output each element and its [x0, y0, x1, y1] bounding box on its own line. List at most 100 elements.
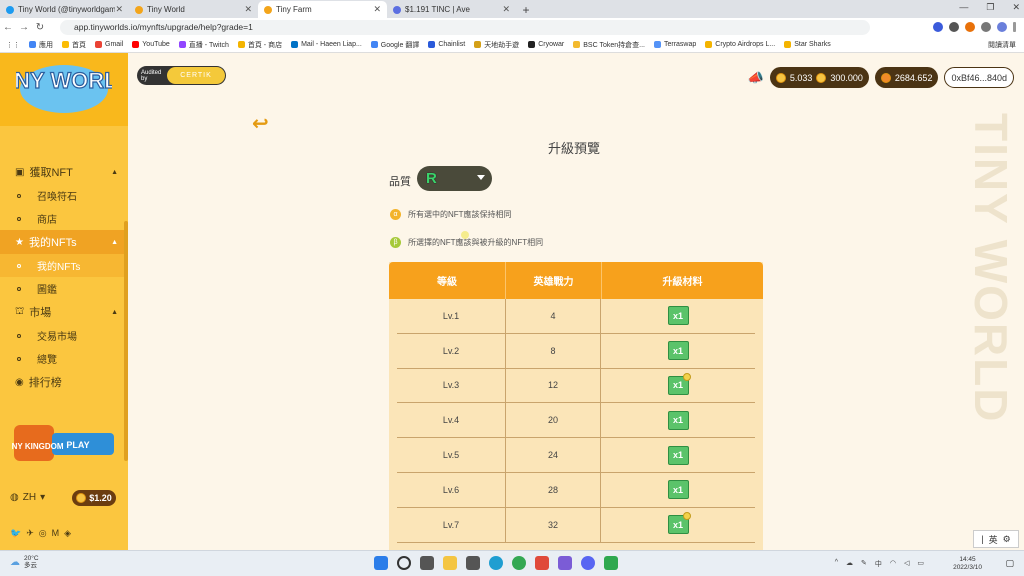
- bookmark-item[interactable]: Crypto Airdrops L...: [705, 41, 775, 48]
- bookmark-item[interactable]: 天地劫手遊: [474, 40, 519, 50]
- announcement-icon[interactable]: 📣: [748, 70, 764, 86]
- medium-icon[interactable]: M: [52, 528, 60, 539]
- tab-title: Tiny Farm: [276, 5, 312, 14]
- certik-badge[interactable]: Audited by CERTIK: [137, 66, 226, 85]
- telegram-icon[interactable]: ✈: [26, 528, 34, 539]
- language-selector[interactable]: ◍ ZH ▾: [10, 492, 45, 503]
- material-nft-icon[interactable]: x1: [667, 306, 689, 326]
- bookmark-item[interactable]: Mail - Haeen Liap...: [291, 41, 362, 48]
- bookmark-item[interactable]: 首頁 - 商店: [237, 40, 282, 50]
- bookmark-item[interactable]: 首頁: [62, 40, 86, 50]
- sidebar-section[interactable]: ▣ 獲取NFT ▲: [0, 160, 128, 184]
- app-icon[interactable]: [558, 556, 572, 570]
- material-nft-icon[interactable]: x1: [667, 480, 689, 500]
- menu-icon[interactable]: [1013, 22, 1016, 32]
- folder-icon[interactable]: [443, 556, 457, 570]
- discord-icon[interactable]: ◎: [39, 528, 47, 539]
- material-nft-icon[interactable]: x1: [667, 410, 689, 430]
- app-icon[interactable]: [535, 556, 549, 570]
- task-view-icon[interactable]: [420, 556, 434, 570]
- chrome-icon[interactable]: [512, 556, 526, 570]
- sidebar-section[interactable]: ⛫ 市場 ▲: [0, 300, 128, 324]
- url-field[interactable]: app.tinyworlds.io/mynfts/upgrade/help?gr…: [60, 20, 870, 35]
- browser-tab[interactable]: Tiny World (@tinyworldgamefi)...✕: [0, 1, 129, 18]
- clock[interactable]: 14:45 2022/3/10: [953, 556, 982, 572]
- pen-icon[interactable]: ✎: [861, 559, 867, 569]
- material-nft-icon[interactable]: x1: [667, 372, 691, 395]
- ime-indicator[interactable]: | 英 ⚙: [973, 530, 1019, 548]
- minimize-icon[interactable]: —: [959, 2, 968, 13]
- tiny-kingdom-banner[interactable]: TINY KINGDOM PLAY: [12, 421, 116, 465]
- reload-icon[interactable]: ↻: [32, 22, 48, 33]
- tab-close-icon[interactable]: ✕: [502, 4, 510, 15]
- browser-tab[interactable]: $1.191 TINC | Ave ✕: [387, 1, 516, 18]
- back-arrow-icon[interactable]: ↩: [252, 111, 269, 136]
- bookmark-item[interactable]: BSC Token持倉查...: [573, 40, 645, 50]
- bookmark-item[interactable]: Google 翻譯: [370, 40, 419, 50]
- forward-icon[interactable]: →: [16, 22, 32, 33]
- search-icon[interactable]: [397, 556, 411, 570]
- battery-icon[interactable]: ▭: [917, 559, 924, 569]
- cloud-tray-icon[interactable]: ☁: [846, 559, 853, 569]
- bookmark-item[interactable]: Gmail: [95, 41, 123, 48]
- material-count: x1: [672, 345, 683, 356]
- extension-icon[interactable]: [965, 22, 975, 32]
- weather-temp: 20°C: [24, 555, 39, 562]
- sidebar-item[interactable]: 召喚符石: [0, 184, 128, 207]
- sidebar-item[interactable]: 商店: [0, 207, 128, 230]
- bookmark-item[interactable]: 應用: [29, 40, 53, 50]
- reading-list[interactable]: 閱讀清單: [988, 40, 1016, 50]
- tab-close-icon[interactable]: ✕: [244, 4, 252, 15]
- wifi-icon[interactable]: ◠: [890, 559, 896, 569]
- docs-icon[interactable]: ◈: [64, 528, 71, 539]
- note-beta-text: 所選擇的NFT應該與被升級的NFT相同: [408, 238, 544, 247]
- browser-tab[interactable]: Tiny Farm ✕: [258, 1, 387, 18]
- material-nft-icon[interactable]: x1: [667, 512, 691, 535]
- extension-icon[interactable]: [933, 22, 943, 32]
- bookmark-label: 天地劫手遊: [484, 41, 520, 49]
- bookmark-item[interactable]: Chainlist: [428, 41, 465, 48]
- sidebar-section[interactable]: ★ 我的NFTs ▲: [0, 230, 128, 254]
- bookmark-item[interactable]: Terraswap: [653, 41, 696, 48]
- bookmark-item[interactable]: Star Sharks: [784, 41, 831, 48]
- profile-avatar[interactable]: [997, 22, 1007, 32]
- back-icon[interactable]: ←: [0, 22, 16, 33]
- bookmark-label: Cryowar: [538, 41, 565, 48]
- tab-close-icon[interactable]: ✕: [373, 4, 381, 15]
- weather-widget[interactable]: ☁ 20°C 多云: [10, 555, 39, 569]
- sidebar-section[interactable]: ◉ 排行榜: [0, 370, 128, 394]
- bookmark-item[interactable]: YouTube: [132, 41, 170, 48]
- apps-grid-icon[interactable]: ⋮⋮: [6, 41, 20, 49]
- twitter-icon[interactable]: 🐦: [10, 528, 21, 539]
- bookmark-label: 首頁: [72, 41, 86, 49]
- bookmark-item[interactable]: Cryowar: [528, 41, 564, 48]
- windows-start-icon[interactable]: [374, 556, 388, 570]
- extension-icon[interactable]: [949, 22, 959, 32]
- store-icon[interactable]: [466, 556, 480, 570]
- cell-level: Lv.1: [442, 310, 460, 321]
- new-tab-icon[interactable]: +: [516, 1, 536, 18]
- notification-icon[interactable]: ▢: [1005, 558, 1014, 569]
- cell-level: Lv.3: [442, 380, 460, 391]
- sidebar-item[interactable]: 圖鑑: [0, 277, 128, 300]
- material-nft-icon[interactable]: x1: [667, 445, 689, 465]
- close-icon[interactable]: ✕: [1012, 2, 1020, 13]
- discord-app-icon[interactable]: [581, 556, 595, 570]
- tiny-world-logo[interactable]: TINY WORLD: [16, 61, 112, 117]
- wallet-address-button[interactable]: 0xBf46...840d: [944, 67, 1014, 88]
- maximize-icon[interactable]: ❐: [986, 2, 994, 13]
- sidebar-item[interactable]: 我的NFTs: [0, 254, 128, 277]
- app-icon[interactable]: [604, 556, 618, 570]
- material-nft-icon[interactable]: x1: [667, 341, 689, 361]
- chevron-up-icon[interactable]: ^: [835, 559, 838, 569]
- sidebar-item[interactable]: 總覽: [0, 347, 128, 370]
- sidebar-item[interactable]: 交易市場: [0, 324, 128, 347]
- bookmark-item[interactable]: 直播 - Twitch: [178, 40, 229, 50]
- browser-tab[interactable]: Tiny World ✕: [129, 1, 258, 18]
- volume-icon[interactable]: ◁: [904, 559, 909, 569]
- quality-dropdown[interactable]: R: [417, 166, 492, 191]
- puzzle-icon[interactable]: [981, 22, 991, 32]
- tab-close-icon[interactable]: ✕: [115, 4, 123, 15]
- ime-tray-icon[interactable]: 中: [875, 559, 882, 569]
- edge-icon[interactable]: [489, 556, 503, 570]
